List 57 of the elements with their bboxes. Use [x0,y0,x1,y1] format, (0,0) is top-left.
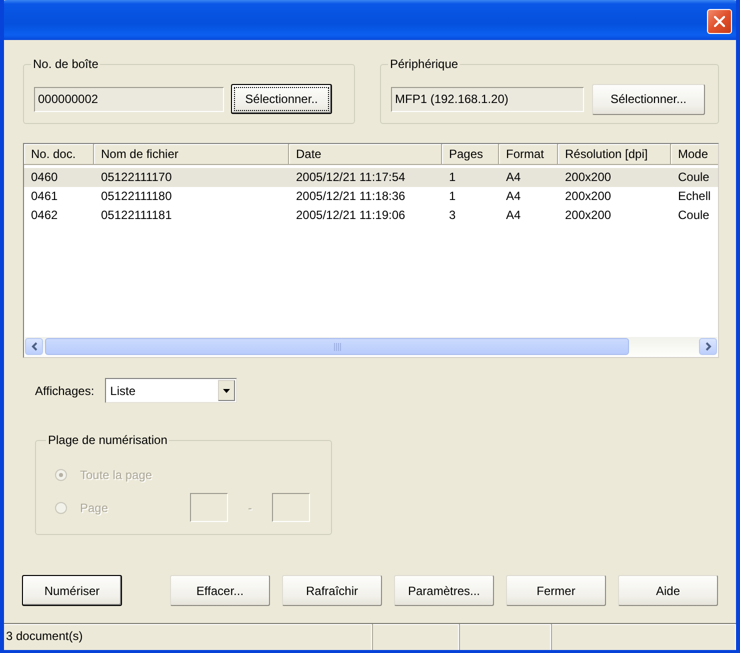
action-button[interactable]: Fermer [506,575,606,606]
device-field[interactable]: MFP1 (192.168.1.20) [391,86,584,112]
column-header[interactable]: Date [289,144,442,165]
group-title: No. de boîte [32,57,100,71]
table-cell-text: A4 [505,169,522,186]
scroll-right-button[interactable] [699,338,717,355]
box-number-field[interactable]: 000000002 [34,86,224,112]
column-header[interactable]: Résolution [dpi] [558,144,671,165]
table-cell-text: 0460 [30,169,59,186]
table-cell-text: 1 [448,188,457,205]
table-cell-text: 05122111181 [100,207,173,224]
action-button[interactable]: Aide [618,575,718,606]
table-row[interactable]: 0461 05122111180 2005/12/21 11:18:36 1 A4 200x200 Echell [24,187,718,206]
chevron-left-icon [30,342,38,351]
close-icon [714,16,725,27]
grip-icon [334,342,340,350]
table-cell-text: 200x200 [564,188,612,205]
table-cell-text: 2005/12/21 11:18:36 [295,188,406,205]
chevron-right-icon [704,342,712,351]
column-header[interactable]: Format [499,144,558,165]
table-cell-text: 200x200 [564,169,612,186]
table-row[interactable]: 0462 05122111181 2005/12/21 11:19:06 3 A4 200x200 Coule [24,206,718,225]
action-button[interactable]: Rafraîchir [282,575,382,606]
table-cell-text: 3 [448,207,457,224]
select-button[interactable]: Sélectionner.. [231,84,332,114]
action-button[interactable]: Numériser [22,575,122,606]
table-cell-text: Echell [677,188,712,205]
column-header[interactable]: Nom de fichier [94,144,289,165]
scrollbar-thumb[interactable] [45,338,629,355]
table-cell-text: 0461 [30,188,59,205]
table-cell-text: A4 [505,188,522,205]
table-cell-text: 05122111170 [100,169,173,186]
column-header[interactable]: Pages [442,144,499,165]
group-title: Plage de numérisation [47,433,168,447]
table-cell-text: Coule [677,169,710,186]
table-cell-text: 2005/12/21 11:19:06 [295,207,406,224]
table-cell-text: A4 [505,207,522,224]
group-title: Périphérique [389,57,460,71]
action-button[interactable]: Effacer... [170,575,270,606]
column-header[interactable]: Mode [671,144,718,165]
table-cell-text: 1 [448,169,457,186]
table-cell-text: 2005/12/21 11:17:54 [295,169,406,186]
action-button[interactable]: Paramètres... [394,575,494,606]
close-button[interactable] [707,9,732,34]
scroll-left-button[interactable] [25,338,43,355]
table-cell-text: 0462 [30,207,59,224]
caret-icon [218,380,236,401]
select-button[interactable]: Sélectionner... [592,84,705,114]
status-text: 3 document(s) [4,624,373,650]
view-dropdown[interactable]: Liste [105,378,238,403]
field-label: Affichages: [35,384,94,398]
range-separator: - [247,500,253,514]
table-cell-text: 05122111180 [100,188,173,205]
column-header[interactable]: No. doc. [24,144,94,165]
table-cell-text: Coule [677,207,710,224]
table-cell-text: 200x200 [564,207,612,224]
table-row[interactable]: 0460 05122111170 2005/12/21 11:17:54 1 A4 200x200 Coule [24,168,718,187]
